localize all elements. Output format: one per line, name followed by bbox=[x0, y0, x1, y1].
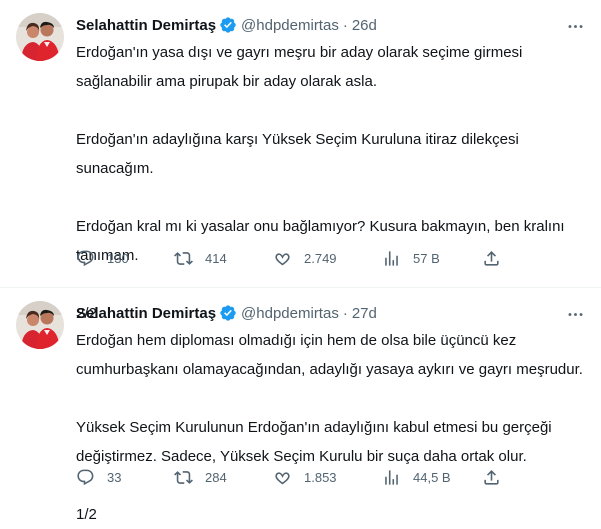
separator-dot: · bbox=[342, 16, 348, 34]
share-icon bbox=[484, 251, 499, 266]
verified-badge-icon bbox=[219, 16, 237, 34]
display-name[interactable]: Selahattin Demirtaş bbox=[76, 305, 216, 322]
text-line: Yüksek Seçim Kurulunun Erdoğan'ın adaylı… bbox=[76, 419, 552, 436]
reply-count: 33 bbox=[107, 470, 122, 485]
more-horizontal-icon[interactable] bbox=[563, 302, 587, 326]
avatar[interactable] bbox=[16, 301, 64, 349]
handle[interactable]: @hdpdemirtas bbox=[241, 17, 339, 34]
like-count: 1.853 bbox=[304, 470, 337, 485]
retweet-count: 414 bbox=[205, 251, 227, 266]
text-line: Erdoğan'ın yasa dışı ve gayrı meşru bir … bbox=[76, 44, 523, 61]
reply-icon bbox=[77, 469, 94, 486]
views-count: 44,5 B bbox=[413, 470, 451, 485]
reply-button[interactable]: 130 bbox=[76, 249, 129, 268]
heart-icon bbox=[275, 472, 290, 485]
tweet-text: Erdoğan hem diploması olmadığı için hem … bbox=[76, 326, 586, 529]
separator-dot: · bbox=[342, 304, 348, 322]
text-line: Erdoğan hem diploması olmadığı için hem … bbox=[76, 332, 517, 349]
text-line: sağlanabilir ama pirupak bir aday olarak… bbox=[76, 73, 377, 90]
tweet-text: Erdoğan'ın yasa dışı ve gayrı meşru bir … bbox=[76, 38, 586, 328]
retweet-icon bbox=[174, 471, 193, 484]
retweet-button[interactable]: 284 bbox=[174, 468, 227, 487]
retweet-button[interactable]: 414 bbox=[174, 249, 227, 268]
views-icon bbox=[385, 470, 398, 485]
views-button[interactable]: 44,5 B bbox=[382, 468, 451, 487]
retweet-icon bbox=[174, 252, 193, 265]
retweet-count: 284 bbox=[205, 470, 227, 485]
share-icon bbox=[484, 470, 499, 485]
action-bar: 33 284 1.853 44,5 B bbox=[76, 468, 506, 492]
text-line: Erdoğan kral mı ki yasalar onu bağlamıyo… bbox=[76, 218, 565, 235]
avatar[interactable] bbox=[16, 13, 64, 61]
views-count: 57 B bbox=[413, 251, 440, 266]
text-line: değiştirmez. Sadece, Yüksek Seçim Kurulu… bbox=[76, 448, 527, 465]
like-button[interactable]: 2.749 bbox=[273, 249, 337, 268]
more-horizontal-icon[interactable] bbox=[563, 14, 587, 38]
thread-counter: 1/2 bbox=[76, 506, 97, 523]
timestamp[interactable]: 27d bbox=[352, 305, 377, 322]
timestamp[interactable]: 26d bbox=[352, 17, 377, 34]
reply-icon bbox=[77, 250, 94, 267]
reply-count: 130 bbox=[107, 251, 129, 266]
text-line: Erdoğan'ın adaylığına karşı Yüksek Seçim… bbox=[76, 131, 519, 148]
views-icon bbox=[385, 251, 398, 266]
action-bar: 130 414 2.749 57 B bbox=[76, 249, 506, 273]
heart-icon bbox=[275, 253, 290, 266]
like-button[interactable]: 1.853 bbox=[273, 468, 337, 487]
share-button[interactable] bbox=[482, 468, 501, 487]
handle[interactable]: @hdpdemirtas bbox=[241, 305, 339, 322]
share-button[interactable] bbox=[482, 249, 501, 268]
reply-button[interactable]: 33 bbox=[76, 468, 121, 487]
views-button[interactable]: 57 B bbox=[382, 249, 440, 268]
like-count: 2.749 bbox=[304, 251, 337, 266]
tweet[interactable]: Selahattin Demirtaş @hdpdemirtas · 27d E… bbox=[0, 288, 601, 523]
display-name[interactable]: Selahattin Demirtaş bbox=[76, 17, 216, 34]
text-line: cumhurbaşkanı olamayacağından, adaylığı … bbox=[76, 361, 583, 378]
verified-badge-icon bbox=[219, 304, 237, 322]
tweet[interactable]: Selahattin Demirtaş @hdpdemirtas · 26d E… bbox=[0, 0, 601, 322]
text-line: sunacağım. bbox=[76, 160, 154, 177]
